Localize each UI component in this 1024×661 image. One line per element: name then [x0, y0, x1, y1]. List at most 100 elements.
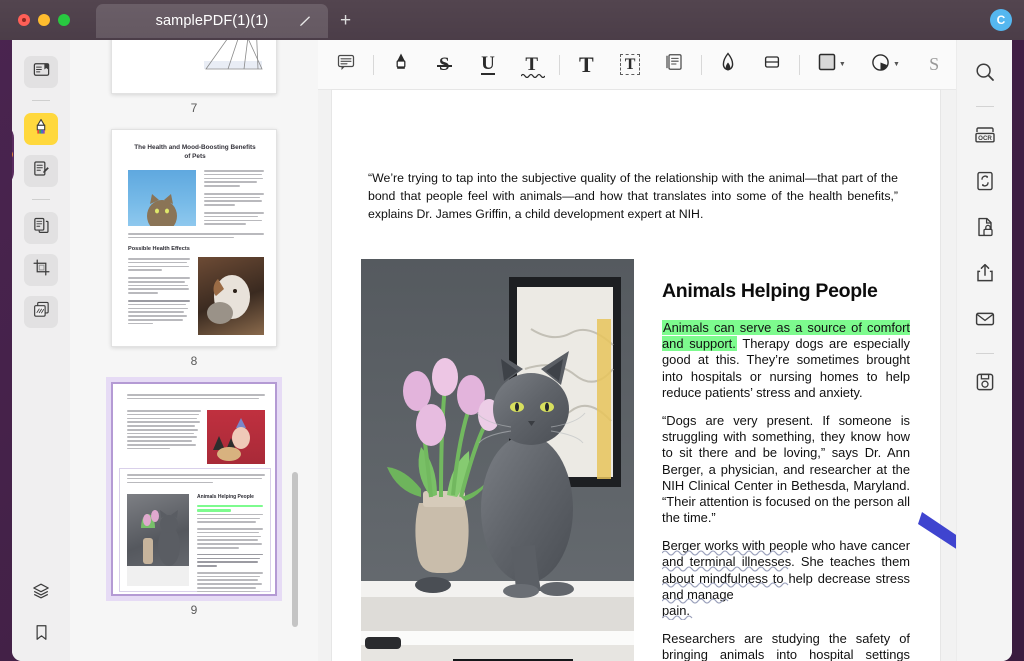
- text-box-tool-button[interactable]: T: [608, 48, 652, 82]
- save-button[interactable]: [967, 366, 1003, 402]
- thumbnail-title-8: The Health and Mood-Boosting Benefits of…: [134, 144, 256, 161]
- toolbar-divider-2: [558, 54, 560, 75]
- document-area: S U T T T: [318, 40, 956, 661]
- toolbar-divider-1: [372, 54, 374, 75]
- convert-file-icon: [974, 170, 996, 197]
- strikethrough-icon: S: [436, 54, 452, 76]
- svg-text:OCR: OCR: [978, 135, 992, 142]
- sidebar-item-highlight-tool[interactable]: [24, 113, 58, 145]
- intro-paragraph: “We’re trying to tap into the subjective…: [368, 171, 898, 221]
- close-button[interactable]: [18, 14, 30, 26]
- ocr-icon: OCR: [973, 124, 997, 151]
- sticky-note-icon: [664, 52, 684, 77]
- bookmark-icon: [32, 623, 51, 647]
- rail-divider-1: [32, 100, 50, 101]
- maximize-button[interactable]: [58, 14, 70, 26]
- chevron-down-icon[interactable]: ▼: [839, 61, 846, 68]
- note-tool-button[interactable]: [652, 48, 696, 82]
- pen-tool-button[interactable]: [707, 48, 751, 82]
- search-button[interactable]: [967, 56, 1003, 92]
- squiggly-annotation-tail: [662, 615, 693, 621]
- thumbnail-page-9[interactable]: Animals Helping People 9: [70, 377, 318, 631]
- protect-button[interactable]: [967, 211, 1003, 247]
- document-tab[interactable]: samplePDF(1)(1): [96, 4, 328, 38]
- window-controls[interactable]: [18, 14, 70, 26]
- strikethrough-tool-button[interactable]: S: [422, 48, 466, 82]
- avatar[interactable]: C: [990, 9, 1012, 31]
- sidebar-item-edit-tool[interactable]: [24, 155, 58, 187]
- thumbnail-page-number: 9: [190, 603, 198, 617]
- highlighter-tool-button[interactable]: [379, 48, 423, 82]
- underline-tool-button[interactable]: U: [466, 48, 510, 82]
- square-shape-icon: [818, 53, 836, 76]
- pencil-icon[interactable]: [298, 14, 312, 28]
- page-copy-icon: [32, 216, 51, 240]
- sidebar-item-layers[interactable]: [24, 577, 58, 609]
- thumbnail-page-7[interactable]: 7: [70, 40, 318, 129]
- thumbnail-page-number: 7: [190, 101, 198, 115]
- article-column: Animals Helping People Animals can serve…: [662, 280, 910, 661]
- sidebar-item-compress-tool[interactable]: [24, 296, 58, 328]
- sidebar-item-reader-mode[interactable]: [24, 56, 58, 88]
- text-tool-button[interactable]: T: [565, 48, 609, 82]
- thumbnail-page-8[interactable]: The Health and Mood-Boosting Benefits of…: [70, 129, 318, 382]
- thumbnail-panel[interactable]: 7 The Health and Mood-Boosting Benefits …: [70, 40, 318, 661]
- toolbar-divider-4: [799, 54, 801, 75]
- paragraph-1: Animals can serve as a source of comfort…: [662, 320, 910, 401]
- pen-icon: [718, 51, 738, 78]
- text-icon: T: [579, 51, 594, 77]
- underline-icon: U: [481, 52, 495, 76]
- shape-tool-button[interactable]: ▼: [805, 48, 859, 82]
- chevron-down-icon[interactable]: ▼: [893, 61, 900, 68]
- annotation-toolbar: S U T T T: [318, 40, 956, 90]
- crop-icon: [32, 258, 51, 282]
- highlighter-pen-icon: [390, 51, 412, 78]
- thumbnail-heading-9: Animals Helping People: [197, 494, 254, 500]
- lock-file-icon: [974, 216, 996, 243]
- save-disk-icon: [974, 371, 996, 398]
- email-button[interactable]: [967, 303, 1003, 339]
- minimize-button[interactable]: [38, 14, 50, 26]
- squiggly-tool-button[interactable]: T: [510, 48, 554, 82]
- eraser-icon: [762, 52, 782, 77]
- pdf-page[interactable]: “We’re trying to tap into the subjective…: [332, 90, 940, 661]
- more-tools-button[interactable]: S: [912, 48, 956, 82]
- right-rail-divider-1: [975, 106, 994, 107]
- window-body: 7 The Health and Mood-Boosting Benefits …: [12, 40, 1012, 661]
- thumbnail-section-8: Possible Health Effects: [128, 246, 190, 252]
- book-open-icon: [32, 60, 51, 84]
- highlighter-icon: [31, 117, 51, 142]
- share-button[interactable]: [967, 257, 1003, 293]
- cat-photo: MYB: [361, 259, 634, 661]
- eraser-tool-button[interactable]: [750, 48, 794, 82]
- comment-tool-button[interactable]: [324, 48, 368, 82]
- paragraph-2: “Dogs are very present. If someone is st…: [662, 412, 910, 526]
- thumbnail-scrollbar[interactable]: [292, 472, 298, 627]
- convert-button[interactable]: [967, 165, 1003, 201]
- thumbnail-cat-photo: [128, 170, 196, 232]
- thumbnail-dog-photo: [198, 257, 264, 335]
- sidebar-item-organize-pages[interactable]: [24, 212, 58, 244]
- squiggly-annotation: [662, 550, 789, 604]
- envelope-icon: [974, 308, 996, 335]
- layers-icon: [31, 581, 51, 606]
- page-stack-icon: [32, 300, 51, 324]
- text-box-icon: T: [619, 53, 641, 76]
- sidebar-item-bookmark[interactable]: [24, 619, 58, 651]
- search-icon: [974, 61, 996, 88]
- new-tab-button[interactable]: +: [340, 11, 351, 30]
- thumbnail-grey-cat-photo: [127, 494, 189, 586]
- sidebar-item-crop-tool[interactable]: [24, 254, 58, 286]
- app-window: samplePDF(1)(1) + C 7 The Health and Moo…: [0, 0, 1024, 661]
- paragraph-4: Researchers are studying the safety of b…: [662, 631, 910, 661]
- ocr-button[interactable]: OCR: [967, 119, 1003, 155]
- title-bar: samplePDF(1)(1) + C: [0, 0, 1024, 40]
- tab-title: samplePDF(1)(1): [155, 13, 269, 29]
- stamp-tool-button[interactable]: ▼: [859, 48, 913, 82]
- rail-divider-2: [32, 199, 50, 200]
- article-heading: Animals Helping People: [662, 280, 878, 302]
- stamp-circle-icon: [871, 53, 890, 77]
- squiggly-underline-icon: T: [521, 54, 546, 79]
- toolbar-divider-3: [700, 54, 702, 75]
- right-tool-rail: OCR: [956, 40, 1012, 661]
